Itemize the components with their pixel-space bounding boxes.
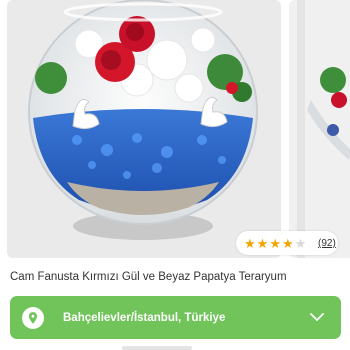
chevron-down-icon (307, 313, 327, 322)
star-full-icon: ★ (244, 235, 256, 251)
delivery-location-selector[interactable]: Bahçelievler/İstanbul, Türkiye (10, 296, 341, 339)
star-full-icon: ★ (256, 235, 269, 251)
star-empty-icon: ★ (294, 235, 307, 251)
scroll-indicator (122, 346, 192, 350)
delivery-location-label: Bahçelievler/İstanbul, Türkiye (63, 311, 226, 324)
review-count-link[interactable]: (92) (318, 238, 336, 249)
star-full-icon: ★ (269, 235, 281, 251)
terrarium-photo (7, 0, 281, 258)
star-full-icon: ★ (281, 235, 294, 251)
product-image-main[interactable] (7, 0, 281, 258)
map-pin-icon (22, 306, 44, 329)
next-product-photo (289, 0, 350, 258)
product-image-carousel[interactable]: ★ ★ ★ ★ ★ (92) (0, 0, 350, 258)
rating-stars: ★ ★ ★ ★ ★ (244, 237, 306, 250)
product-title: Cam Fanusta Kırmızı Gül ve Beyaz Papatya… (10, 271, 287, 283)
product-image-next[interactable] (289, 0, 350, 258)
